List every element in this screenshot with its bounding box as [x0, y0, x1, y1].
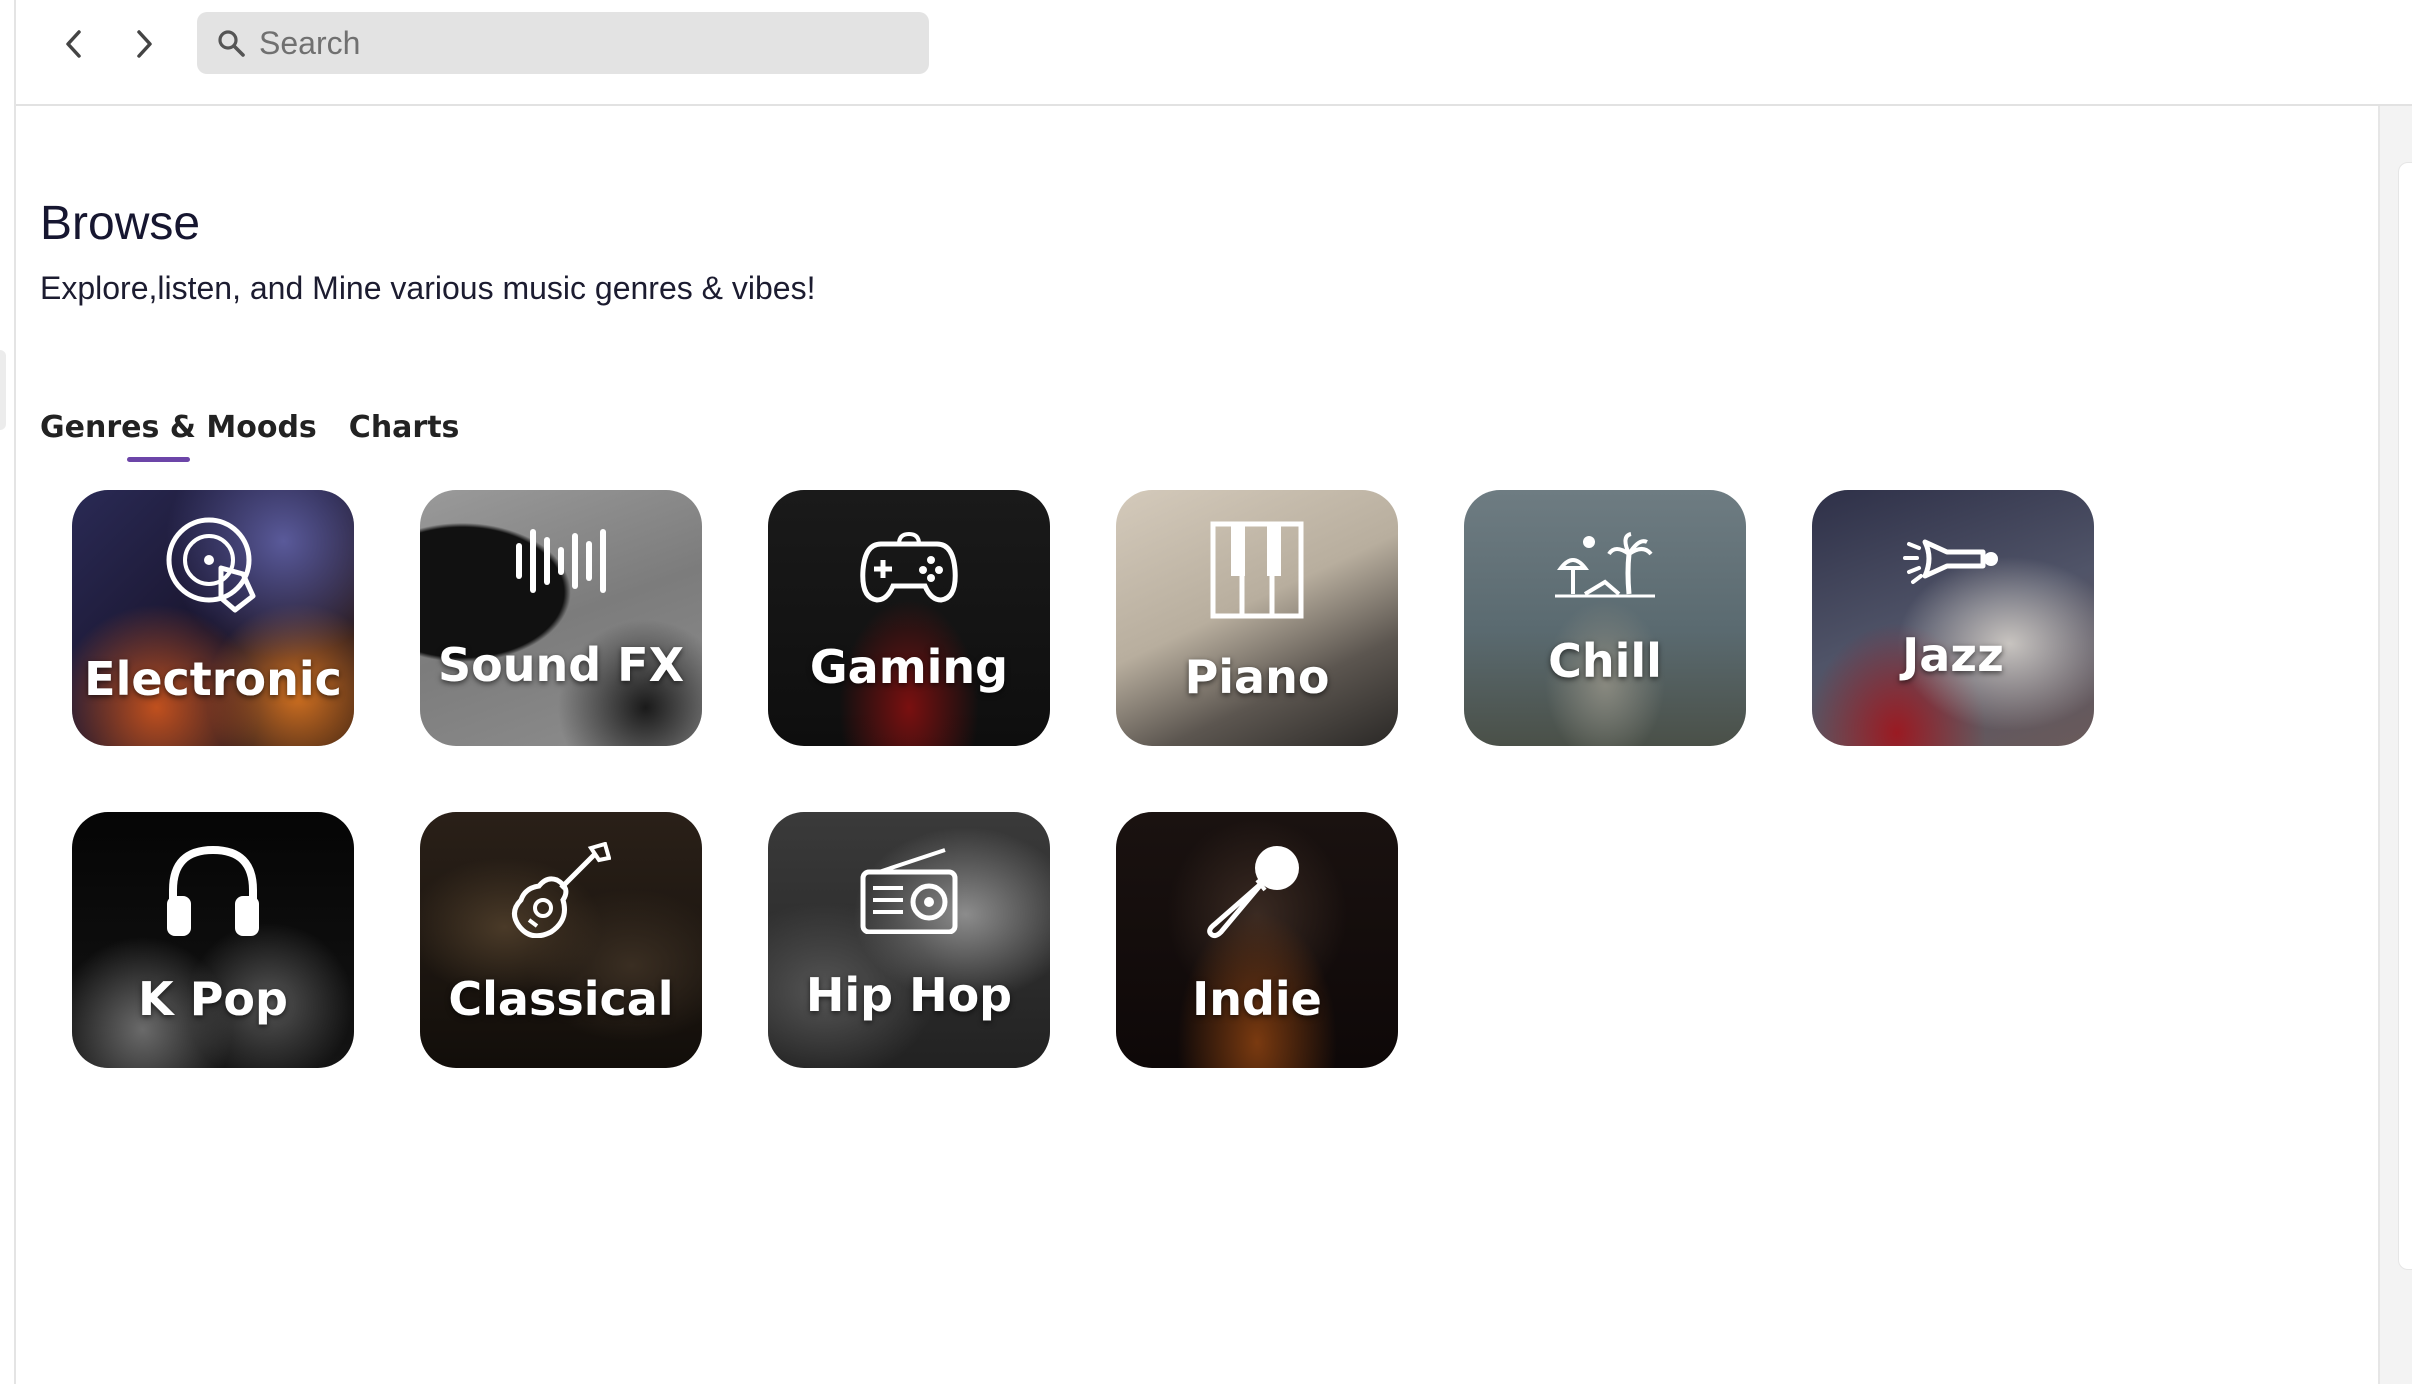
dj-turntable-icon: [72, 514, 354, 614]
guitar-icon: [420, 842, 702, 938]
genre-label: K Pop: [138, 972, 288, 1026]
genre-label: Indie: [1192, 972, 1322, 1026]
page-title: Browse: [40, 197, 201, 250]
left-divider: [14, 0, 16, 1384]
beach-palm-icon: [1464, 532, 1746, 598]
genre-tile-classical[interactable]: Classical: [420, 812, 702, 1068]
genre-label: Gaming: [809, 640, 1009, 694]
headphones-icon: [72, 840, 354, 940]
genre-label: Sound FX: [437, 638, 685, 692]
browse-tabs: Genres & Moods Charts: [40, 410, 491, 462]
tab-charts[interactable]: Charts: [349, 410, 460, 445]
genre-tile-indie[interactable]: Indie: [1116, 812, 1398, 1068]
top-bar: [16, 0, 2412, 106]
chevron-left-icon: [66, 30, 81, 58]
search-icon: [213, 25, 249, 61]
genre-tile-electronic[interactable]: Electronic: [72, 490, 354, 746]
genre-tile-gaming[interactable]: Gaming: [768, 490, 1050, 746]
microphone-icon: [1116, 840, 1398, 940]
search-bar[interactable]: [197, 12, 929, 74]
genre-label: Piano: [1184, 650, 1330, 704]
sidebar-collapse-handle[interactable]: [0, 350, 6, 430]
chevron-right-icon: [137, 30, 152, 58]
genre-label: Jazz: [1902, 628, 2004, 682]
search-input[interactable]: [259, 24, 899, 62]
gamepad-icon: [768, 530, 1050, 606]
genre-label: Chill: [1548, 634, 1662, 688]
sound-wave-icon: [420, 526, 702, 596]
right-side-panel: [2378, 106, 2412, 1384]
genre-tile-hip-hop[interactable]: Hip Hop: [768, 812, 1050, 1068]
genre-tile-jazz[interactable]: Jazz: [1812, 490, 2094, 746]
page-subtitle: Explore,listen, and Mine various music g…: [40, 270, 816, 306]
genre-tile-k-pop[interactable]: K Pop: [72, 812, 354, 1068]
genre-label: Hip Hop: [805, 968, 1013, 1022]
radio-icon: [768, 848, 1050, 934]
piano-keys-icon: [1116, 520, 1398, 620]
genre-tile-chill[interactable]: Chill: [1464, 490, 1746, 746]
genre-tile-piano[interactable]: Piano: [1116, 490, 1398, 746]
back-button[interactable]: [52, 22, 96, 66]
tab-genres-moods[interactable]: Genres & Moods: [40, 410, 317, 462]
genre-tile-sound-fx[interactable]: Sound FX: [420, 490, 702, 746]
forward-button[interactable]: [122, 22, 166, 66]
genre-label: Classical: [448, 972, 674, 1026]
trumpet-icon: [1812, 536, 2094, 586]
right-panel-handle[interactable]: [2398, 162, 2412, 1270]
genre-label: Electronic: [84, 652, 342, 706]
